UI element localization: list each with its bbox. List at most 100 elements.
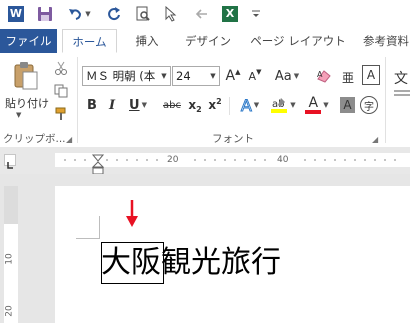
- crop-mark-vertical: [99, 216, 100, 239]
- paragraph-icon: 文: [394, 71, 410, 96]
- tab-page-layout[interactable]: ページ レイアウト: [250, 29, 346, 53]
- font-size-value: 24: [176, 69, 191, 83]
- font-color-button[interactable]: A ▼: [302, 95, 332, 115]
- tab-selector[interactable]: [4, 154, 16, 169]
- excel-button[interactable]: X: [220, 4, 240, 24]
- left-tab-icon: [7, 162, 13, 169]
- font-size-combo[interactable]: 24 ▼: [172, 66, 220, 86]
- redo-button[interactable]: [104, 4, 124, 24]
- word-app-icon[interactable]: W: [6, 4, 26, 24]
- subscript-mark: 2: [196, 104, 202, 114]
- ribbon-home: 貼り付け ▼ クリップボ... ◢ ＭＳ 明朝 (本 ▼ 24 ▼ A ▲ A ▼ …: [0, 53, 410, 148]
- vruler-margin: [4, 186, 18, 224]
- underline-dropdown-icon[interactable]: ▼: [142, 101, 147, 109]
- clipboard-launcher-icon[interactable]: ◢: [66, 135, 72, 144]
- superscript-button[interactable]: x2: [206, 95, 224, 115]
- subscript-label: x: [188, 98, 197, 112]
- tab-file[interactable]: ファイル: [0, 29, 57, 53]
- paragraph-button-partial[interactable]: 文: [394, 67, 410, 101]
- font-size-dropdown-icon[interactable]: ▼: [208, 67, 218, 85]
- font-name-dropdown-icon[interactable]: ▼: [159, 67, 169, 85]
- change-case-dropdown-icon[interactable]: ▼: [294, 72, 299, 80]
- svg-text:A: A: [317, 70, 323, 79]
- cut-button[interactable]: [52, 59, 70, 77]
- vertical-ruler[interactable]: 10 20: [4, 186, 18, 323]
- grow-font-label: A: [225, 68, 236, 84]
- shrink-font-button[interactable]: A ▼: [246, 66, 264, 86]
- horizontal-ruler[interactable]: 20 40: [55, 153, 410, 167]
- phonetic-guide-icon: 亜: [342, 71, 354, 84]
- svg-text:文: 文: [394, 71, 408, 87]
- phonetic-guide-button[interactable]: 亜: [338, 66, 358, 86]
- font-name-value: ＭＳ 明朝 (本: [86, 69, 156, 83]
- text-effects-label: A: [240, 95, 252, 115]
- font-color-swatch-group: A: [305, 96, 322, 114]
- underline-button[interactable]: U ▼: [124, 95, 152, 115]
- hanging-indent-icon: [91, 161, 105, 175]
- grow-arrow-icon: ▲: [235, 68, 241, 76]
- paste-label[interactable]: 貼り付け: [5, 95, 49, 111]
- paste-dropdown-icon[interactable]: ▼: [16, 111, 21, 119]
- copy-button[interactable]: [52, 82, 70, 100]
- back-button[interactable]: [192, 4, 212, 24]
- text-effects-button[interactable]: A ▼: [236, 95, 264, 115]
- selection-border: [101, 242, 164, 284]
- save-icon: [38, 7, 52, 21]
- shrink-font-label: A: [248, 69, 257, 83]
- character-border-label: A: [366, 68, 376, 82]
- italic-button[interactable]: I: [104, 95, 120, 115]
- ribbon-tabs: ファイル ホーム 挿入 デザイン ページ レイアウト 参考資料: [0, 29, 410, 54]
- superscript-label: x: [208, 98, 217, 112]
- change-case-button[interactable]: Aa ▼: [272, 66, 302, 86]
- bold-button[interactable]: B: [84, 95, 100, 115]
- font-color-swatch: [305, 110, 322, 114]
- svg-text:亜: 亜: [342, 71, 354, 84]
- word-logo: W: [8, 6, 24, 22]
- undo-button[interactable]: ▼: [64, 4, 94, 24]
- pointer-icon: [165, 6, 177, 22]
- text-effects-dropdown-icon[interactable]: ▼: [254, 101, 259, 109]
- customize-qat-button[interactable]: [248, 4, 264, 24]
- ruler-mark-40: 40: [277, 155, 289, 165]
- paste-button[interactable]: [8, 59, 44, 93]
- font-group-label: フォント: [212, 133, 254, 145]
- eraser-icon: A: [317, 70, 331, 83]
- font-name-combo[interactable]: ＭＳ 明朝 (本 ▼: [82, 66, 171, 86]
- tab-home[interactable]: ホーム: [62, 29, 117, 53]
- font-color-dropdown-icon[interactable]: ▼: [323, 101, 328, 109]
- print-preview-button[interactable]: [132, 4, 154, 24]
- ruler-mark-20: 20: [167, 155, 179, 165]
- highlight-dropdown-icon[interactable]: ▼: [290, 101, 295, 109]
- quick-access-toolbar: W ▼ X: [0, 0, 410, 29]
- highlighter-icon: ab: [271, 98, 288, 113]
- tab-design[interactable]: デザイン: [180, 29, 236, 53]
- customize-dropdown-icon: [252, 10, 260, 17]
- save-button[interactable]: [34, 4, 56, 24]
- undo-dropdown-icon[interactable]: ▼: [85, 10, 90, 18]
- character-shading-button[interactable]: A: [340, 97, 355, 113]
- group-divider-2: [385, 57, 386, 143]
- grow-font-button[interactable]: A ▲: [224, 66, 242, 86]
- body-text[interactable]: 観光旅行: [161, 245, 281, 280]
- select-objects-button[interactable]: [160, 4, 182, 24]
- subscript-button[interactable]: x2: [186, 95, 204, 115]
- strikethrough-button[interactable]: abc: [160, 95, 184, 115]
- tab-insert[interactable]: 挿入: [128, 29, 166, 53]
- row-divider: [229, 97, 230, 115]
- clear-formatting-button[interactable]: A: [314, 66, 334, 86]
- print-preview-icon: [136, 6, 150, 21]
- scissors-icon: [55, 61, 67, 75]
- group-divider: [77, 57, 78, 143]
- character-border-button[interactable]: A: [362, 65, 380, 85]
- vruler-mark-20: 20: [4, 305, 15, 317]
- enclose-characters-button[interactable]: 字: [360, 96, 378, 114]
- format-painter-button[interactable]: [52, 105, 70, 123]
- vruler-mark-10: 10: [4, 253, 15, 265]
- arrow-left-icon: [195, 9, 207, 19]
- shrink-arrow-icon: ▼: [256, 68, 262, 76]
- copy-icon: [54, 84, 68, 98]
- highlight-button[interactable]: ab ▼: [268, 95, 298, 115]
- ruler-ticks: [64, 159, 396, 161]
- tab-references[interactable]: 参考資料: [358, 29, 410, 53]
- font-launcher-icon[interactable]: ◢: [372, 135, 378, 144]
